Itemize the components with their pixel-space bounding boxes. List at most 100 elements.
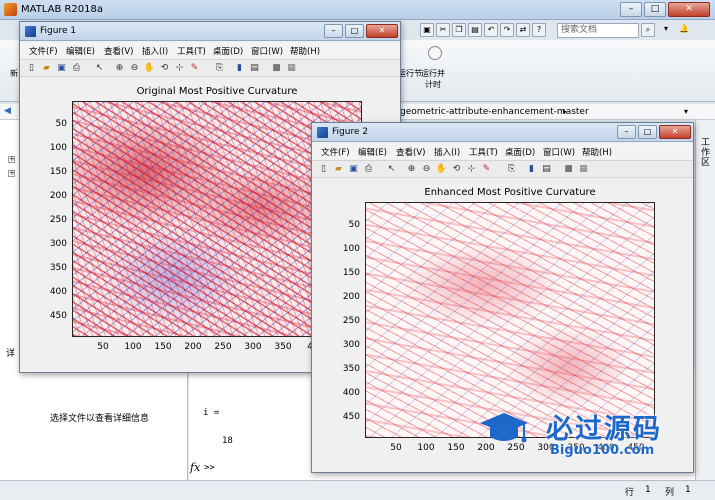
menu-file[interactable]: 文件(F) <box>321 146 350 158</box>
menu-edit[interactable]: 编辑(E) <box>66 45 95 57</box>
redo-icon[interactable]: ↷ <box>500 23 514 37</box>
menu-window[interactable]: 窗口(W) <box>251 45 283 57</box>
figure-2-toolbar: ▯ ▰ ▣ ⎙ ↖ ⊕ ⊖ ✋ ⟲ ⊹ ✎ ⎘ ▮ ▤ ■ ▦ <box>312 160 693 178</box>
chevron-down-icon[interactable]: ▾ <box>658 23 674 37</box>
show-plot-tools-icon[interactable]: ▦ <box>577 163 590 176</box>
menu-insert[interactable]: 插入(I) <box>434 146 460 158</box>
new-figure-icon[interactable]: ▯ <box>25 62 38 75</box>
command-output-var: i = <box>203 408 220 418</box>
announcement-icon[interactable]: 🔔 <box>676 23 692 37</box>
x-tick-label: 50 <box>390 443 402 453</box>
run-and-time-button[interactable]: 运行并 计时 <box>421 68 445 90</box>
row-label: 行 <box>625 488 635 498</box>
back-arrow-icon[interactable]: ◀ <box>4 106 11 116</box>
tree-expand-icon[interactable]: + <box>8 170 15 177</box>
y-tick-label: 200 <box>342 292 360 302</box>
print-icon[interactable]: ⎙ <box>70 62 83 75</box>
zoom-out-icon[interactable]: ⊖ <box>420 163 433 176</box>
copy-icon[interactable]: ❐ <box>452 23 466 37</box>
data-cursor-icon[interactable]: ⊹ <box>173 62 186 75</box>
print-icon[interactable]: ⎙ <box>362 163 375 176</box>
menu-view[interactable]: 查看(V) <box>396 146 425 158</box>
save-icon[interactable]: ▣ <box>420 23 434 37</box>
figure-minimize-button[interactable]: – <box>617 125 636 139</box>
data-cursor-icon[interactable]: ⊹ <box>465 163 478 176</box>
menu-help[interactable]: 帮助(H) <box>582 146 612 158</box>
open-file-icon[interactable]: ▰ <box>40 62 53 75</box>
cut-icon[interactable]: ✂ <box>436 23 450 37</box>
function-browser-icon[interactable]: fx <box>190 461 200 474</box>
figure-close-button[interactable]: ✕ <box>366 24 398 38</box>
menu-desktop[interactable]: 桌面(D) <box>505 146 535 158</box>
menu-tools[interactable]: 工具(T) <box>469 146 498 158</box>
y-tick-label: 400 <box>49 287 67 297</box>
link-plot-icon[interactable]: ⎘ <box>213 62 226 75</box>
zoom-in-icon[interactable]: ⊕ <box>113 62 126 75</box>
switch-window-icon[interactable]: ⇄ <box>516 23 530 37</box>
path-text[interactable]: geometric-attribute-enhancement-master <box>400 107 589 117</box>
edit-plot-icon[interactable]: ↖ <box>93 62 106 75</box>
search-icon[interactable]: ⌕ <box>641 23 655 37</box>
menu-desktop[interactable]: 桌面(D) <box>213 45 243 57</box>
legend-icon[interactable]: ▤ <box>540 163 553 176</box>
y-tick-label: 250 <box>49 215 67 225</box>
zoom-in-icon[interactable]: ⊕ <box>405 163 418 176</box>
close-button[interactable]: ✕ <box>668 2 710 17</box>
search-documentation-input[interactable]: 搜索文档 <box>557 23 639 38</box>
pan-icon[interactable]: ✋ <box>435 163 448 176</box>
figure-icon <box>25 26 36 37</box>
new-button-label[interactable]: 新 <box>10 68 18 79</box>
show-plot-tools-icon[interactable]: ▦ <box>285 62 298 75</box>
menu-file[interactable]: 文件(F) <box>29 45 58 57</box>
rotate-3d-icon[interactable]: ⟲ <box>450 163 463 176</box>
path-dropdown-icon[interactable]: ▾ <box>684 107 688 116</box>
pan-icon[interactable]: ✋ <box>143 62 156 75</box>
save-figure-icon[interactable]: ▣ <box>347 163 360 176</box>
link-plot-icon[interactable]: ⎘ <box>505 163 518 176</box>
figure-2-curvature-image[interactable] <box>365 202 655 438</box>
y-tick-label: 100 <box>49 143 67 153</box>
figure-1-title-bar[interactable]: Figure 1 – □ ✕ <box>20 22 400 41</box>
run-section-button[interactable]: 运行节 <box>398 68 422 79</box>
menu-insert[interactable]: 插入(I) <box>142 45 168 57</box>
figure-2-title-bar[interactable]: Figure 2 – □ ✕ <box>312 123 693 142</box>
x-tick-label: 150 <box>154 342 172 352</box>
brush-icon[interactable]: ✎ <box>188 62 201 75</box>
y-tick-label: 200 <box>49 191 67 201</box>
save-figure-icon[interactable]: ▣ <box>55 62 68 75</box>
colorbar-icon[interactable]: ▮ <box>233 62 246 75</box>
help-icon[interactable]: ? <box>532 23 546 37</box>
figure-maximize-button[interactable]: □ <box>638 125 657 139</box>
workspace-tab-label[interactable]: 工作区 <box>701 138 711 168</box>
workspace-collapsed-tab[interactable]: 工作区 <box>695 120 715 480</box>
menu-window[interactable]: 窗口(W) <box>543 146 575 158</box>
y-tick-label: 150 <box>49 167 67 177</box>
hide-plot-tools-icon[interactable]: ■ <box>270 62 283 75</box>
command-prompt[interactable]: >> <box>204 463 215 473</box>
menu-edit[interactable]: 编辑(E) <box>358 146 387 158</box>
zoom-out-icon[interactable]: ⊖ <box>128 62 141 75</box>
path-expand-icon[interactable]: ▸ <box>563 107 567 116</box>
paste-icon[interactable]: ▤ <box>468 23 482 37</box>
rotate-3d-icon[interactable]: ⟲ <box>158 62 171 75</box>
open-file-icon[interactable]: ▰ <box>332 163 345 176</box>
tree-expand-icon[interactable]: + <box>8 156 15 163</box>
figure-1-plot-title: Original Most Positive Curvature <box>136 86 298 97</box>
colorbar-icon[interactable]: ▮ <box>525 163 538 176</box>
figure-minimize-button[interactable]: – <box>324 24 343 38</box>
hide-plot-tools-icon[interactable]: ■ <box>562 163 575 176</box>
maximize-button[interactable]: □ <box>644 2 666 17</box>
minimize-button[interactable]: – <box>620 2 642 17</box>
figure-close-button[interactable]: ✕ <box>659 125 691 139</box>
menu-help[interactable]: 帮助(H) <box>290 45 320 57</box>
menu-view[interactable]: 查看(V) <box>104 45 133 57</box>
menu-tools[interactable]: 工具(T) <box>177 45 206 57</box>
brush-icon[interactable]: ✎ <box>480 163 493 176</box>
figure-maximize-button[interactable]: □ <box>345 24 364 38</box>
edit-plot-icon[interactable]: ↖ <box>385 163 398 176</box>
new-figure-icon[interactable]: ▯ <box>317 163 330 176</box>
undo-icon[interactable]: ↶ <box>484 23 498 37</box>
legend-icon[interactable]: ▤ <box>248 62 261 75</box>
figure-2-title: Figure 2 <box>332 127 369 137</box>
x-tick-label: 250 <box>214 342 232 352</box>
